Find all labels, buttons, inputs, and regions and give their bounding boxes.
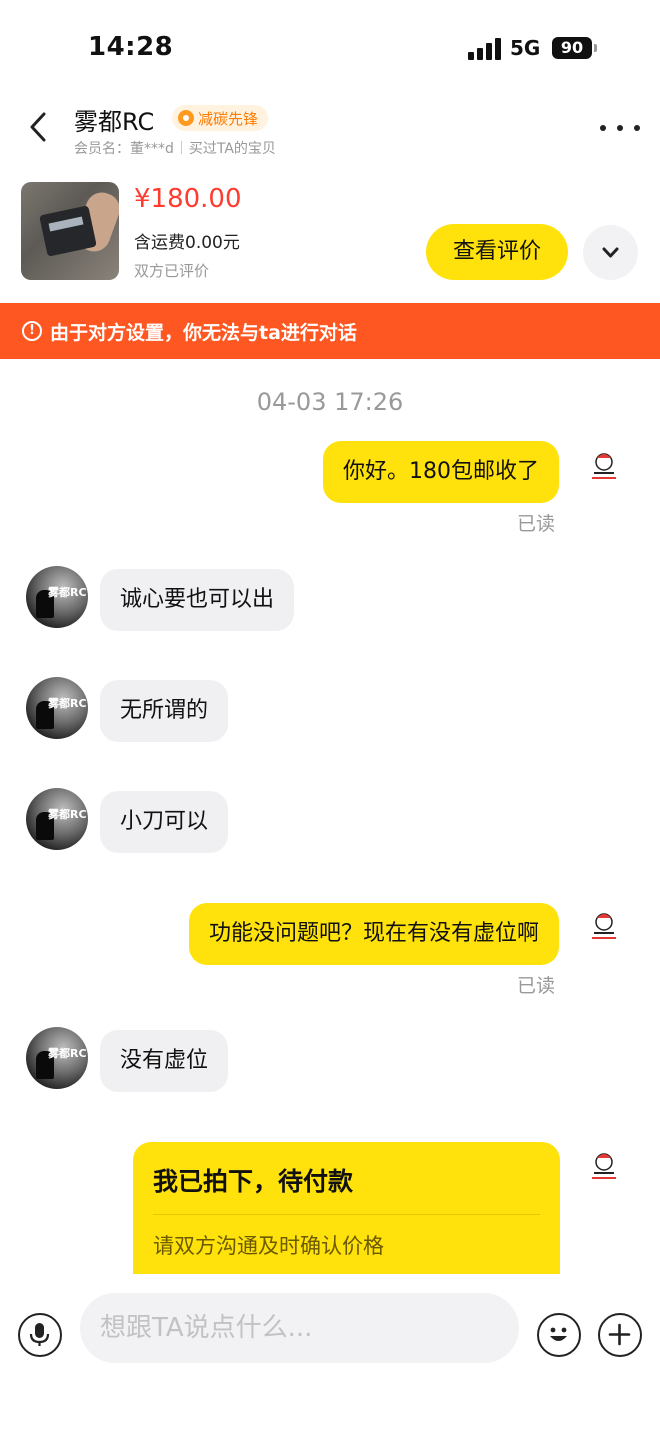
- product-card[interactable]: ¥180.00 含运费0.00元 双方已评价 查看评价: [0, 172, 660, 298]
- expand-button[interactable]: [583, 225, 638, 280]
- shop-name[interactable]: 雾都RC: [74, 102, 154, 137]
- more-dots-icon: [600, 125, 606, 131]
- peer-avatar[interactable]: 雾都RC: [26, 677, 88, 739]
- member-label: 会员名：董***d: [74, 141, 174, 157]
- avatar-text: 雾都RC: [48, 697, 87, 710]
- microphone-icon: [29, 1323, 50, 1346]
- more-button[interactable]: [600, 118, 640, 138]
- divider: [180, 141, 182, 154]
- my-avatar[interactable]: [578, 444, 630, 496]
- evaluation-status: 双方已评价: [134, 262, 210, 280]
- chat-header: 雾都RC 减碳先锋 会员名：董***d 买过TA的宝贝: [0, 96, 660, 166]
- message-input[interactable]: [80, 1293, 519, 1363]
- more-dot: [617, 125, 623, 131]
- bull-mascot-icon: [592, 1153, 616, 1179]
- status-bar: 14:28 5G 90: [0, 0, 660, 96]
- peer-avatar[interactable]: 雾都RC: [26, 788, 88, 850]
- message-bubble-in[interactable]: 无所谓的: [100, 680, 229, 742]
- shipping-fee: 含运费0.00元: [134, 233, 240, 253]
- emoji-button[interactable]: [537, 1313, 581, 1357]
- avatar-text: 雾都RC: [48, 808, 87, 821]
- read-status: 已读: [517, 975, 556, 997]
- warning-banner: ! 由于对方设置，你无法与ta进行对话: [0, 303, 660, 359]
- message-bubble-out[interactable]: 功能没问题吧？现在有没有虚位啊: [188, 903, 559, 965]
- peer-avatar[interactable]: 雾都RC: [26, 1027, 88, 1089]
- chat-timestamp: 04-03 17:26: [256, 388, 404, 416]
- purchase-note: 买过TA的宝贝: [188, 141, 276, 157]
- message-bubble-in[interactable]: 小刀可以: [100, 791, 229, 853]
- chevron-down-icon: [602, 247, 619, 258]
- warning-icon: !: [22, 321, 42, 341]
- divider: [153, 1214, 540, 1215]
- bull-mascot-icon: [592, 453, 616, 479]
- voice-button[interactable]: [18, 1313, 62, 1357]
- plus-button[interactable]: [598, 1313, 642, 1357]
- product-price: ¥180.00: [134, 184, 242, 214]
- leaf-icon: [178, 110, 194, 126]
- order-subtitle: 请双方沟通及时确认价格: [153, 1234, 384, 1258]
- back-button[interactable]: [18, 108, 58, 148]
- peer-avatar[interactable]: 雾都RC: [26, 566, 88, 628]
- plus-icon: [608, 1323, 631, 1346]
- my-avatar[interactable]: [578, 904, 630, 956]
- avatar-text: 雾都RC: [48, 1047, 87, 1060]
- battery-icon: 90: [552, 37, 592, 59]
- warning-text: 由于对方设置，你无法与ta进行对话: [50, 321, 357, 344]
- input-bar: [0, 1276, 660, 1434]
- product-thumbnail[interactable]: [21, 182, 119, 280]
- my-avatar[interactable]: [578, 1144, 630, 1196]
- status-time: 14:28: [88, 32, 174, 62]
- order-card[interactable]: 我已拍下，待付款 请双方沟通及时确认价格: [133, 1142, 560, 1274]
- read-status: 已读: [517, 513, 556, 535]
- chevron-left-icon: [30, 112, 46, 142]
- message-bubble-in[interactable]: 没有虚位: [100, 1030, 229, 1092]
- bull-mascot-icon: [592, 913, 616, 939]
- avatar-text: 雾都RC: [48, 586, 87, 599]
- more-dot: [634, 125, 640, 131]
- order-title: 我已拍下，待付款: [153, 1167, 354, 1196]
- battery-tip: [594, 44, 597, 52]
- view-review-button[interactable]: 查看评价: [426, 224, 568, 280]
- badge-label: 减碳先锋: [198, 109, 259, 128]
- message-bubble-out[interactable]: 你好。180包邮收了: [323, 441, 559, 503]
- emoji-icon: [550, 1327, 567, 1341]
- message-bubble-in[interactable]: 诚心要也可以出: [100, 569, 295, 631]
- carbon-badge[interactable]: 减碳先锋: [172, 105, 269, 131]
- member-info: 会员名：董***d 买过TA的宝贝: [74, 138, 276, 158]
- signal-icon: [468, 38, 502, 60]
- network-type: 5G: [510, 36, 541, 60]
